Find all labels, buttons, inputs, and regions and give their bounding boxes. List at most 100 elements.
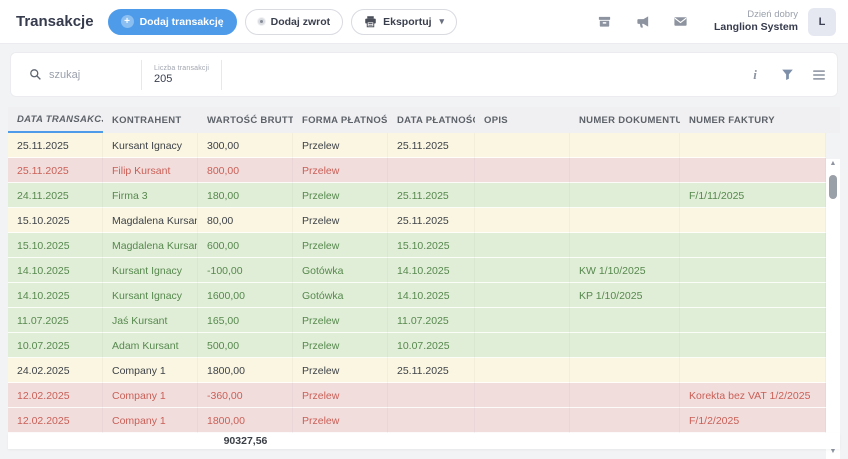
topbar: Transakcje + Dodaj transakcję Dodaj zwro… [0,0,848,44]
column-header-numer_dokumentu[interactable]: NUMER DOKUMENTU KAS... [570,107,680,133]
table-row[interactable]: 14.10.2025 Kursant Ignacy -100,00 Gotówka 14… [8,258,826,283]
avatar[interactable]: L [808,7,836,36]
column-label: WARTOŚĆ BRUTTO [207,114,293,126]
cell-data_platnosci: 15.10.2025 [388,233,475,258]
cell-data_platnosci: 25.11.2025 [388,208,475,233]
column-label: DATA TRANSAKCJI [17,113,103,125]
cell-data_transakcji: 15.10.2025 [8,208,103,233]
cell-forma_platnosci: Przelew [293,183,388,208]
cell-kontrahent: Adam Kursant [103,333,198,358]
table-row[interactable]: 12.02.2025 Company 1 1800,00 Przelew F/1/2/2… [8,408,826,433]
cell-data_platnosci: 14.10.2025 [388,283,475,308]
archive-icon[interactable] [596,14,614,30]
cell-opis [475,358,570,383]
transaction-count-value: 205 [154,73,173,86]
cell-numer_faktury [680,158,826,183]
cell-numer_faktury [680,358,826,383]
table-row[interactable]: 25.11.2025 Kursant Ignacy 300,00 Przelew 25.… [8,133,826,158]
cell-numer_dokumentu [570,358,680,383]
transactions-table: DATA TRANSAKCJI↓ KONTRAHENT WARTOŚĆ BRUTTO… [8,107,840,459]
table-header: DATA TRANSAKCJI↓ KONTRAHENT WARTOŚĆ BRUTTO… [8,107,840,133]
cell-numer_faktury: F/1/11/2025 [680,183,826,208]
cell-kontrahent: Company 1 [103,358,198,383]
cell-data_transakcji: 10.07.2025 [8,333,103,358]
cell-wartosc_brutto: 80,00 [198,208,293,233]
cell-kontrahent: Filip Kursant [103,158,198,183]
column-header-data_transakcji[interactable]: DATA TRANSAKCJI↓ [8,107,103,133]
column-header-kontrahent[interactable]: KONTRAHENT [103,107,198,133]
return-icon [257,18,265,25]
transaction-count-label: Liczba transakcji [154,64,210,72]
search-input[interactable] [49,68,121,81]
cell-wartosc_brutto: 165,00 [198,308,293,333]
column-header-forma_platnosci[interactable]: FORMA PŁATNOŚCI [293,107,388,133]
cell-opis [475,133,570,158]
table-row[interactable]: 25.11.2025 Filip Kursant 800,00 Przelew [8,158,826,183]
vertical-scrollbar[interactable]: ▲ ▼ [826,159,840,459]
chevron-down-icon: ▾ [439,16,445,26]
table-row[interactable]: 15.10.2025 Magdalena Kursant 80,00 Przelew 2… [8,208,826,233]
cell-numer_faktury [680,333,826,358]
cell-data_transakcji: 11.07.2025 [8,308,103,333]
table-row[interactable]: 11.07.2025 Jaś Kursant 165,00 Przelew 11.07.… [8,308,826,333]
cell-numer_dokumentu: KW 1/10/2025 [570,258,680,283]
cell-forma_platnosci: Gotówka [293,258,388,283]
table-row[interactable]: 24.02.2025 Company 1 1800,00 Przelew 25.11.2… [8,358,826,383]
menu-icon[interactable] [811,67,827,83]
cell-kontrahent: Jaś Kursant [103,308,198,333]
transaction-count-field: Liczba transakcji 205 [154,63,209,87]
cell-data_platnosci: 14.10.2025 [388,258,475,283]
cell-opis [475,308,570,333]
column-header-data_platnosci[interactable]: DATA PŁATNOŚCI [388,107,475,133]
cell-data_transakcji: 12.02.2025 [8,383,103,408]
filter-funnel-icon[interactable] [779,67,795,83]
search-box[interactable] [29,68,129,81]
table-row[interactable]: 15.10.2025 Magdalena Kursant 600,00 Przelew… [8,233,826,258]
cell-wartosc_brutto: 180,00 [198,183,293,208]
scroll-up-icon[interactable]: ▲ [830,159,837,171]
cell-data_transakcji: 15.10.2025 [8,233,103,258]
table-row[interactable]: 10.07.2025 Adam Kursant 500,00 Przelew 10.07… [8,333,826,358]
cell-data_platnosci: 11.07.2025 [388,308,475,333]
info-icon[interactable]: i [747,67,763,83]
cell-data_transakcji: 14.10.2025 [8,258,103,283]
divider [141,59,142,90]
column-label: KONTRAHENT [112,114,182,126]
cell-wartosc_brutto: 1600,00 [198,283,293,308]
add-return-button[interactable]: Dodaj zwrot [244,8,344,35]
cell-numer_dokumentu [570,133,680,158]
cell-numer_dokumentu [570,183,680,208]
cell-opis [475,208,570,233]
cell-numer_faktury [680,258,826,283]
cell-opis [475,233,570,258]
megaphone-icon[interactable] [634,14,652,30]
table-row[interactable]: 24.11.2025 Firma 3 180,00 Przelew 25.11.2025… [8,183,826,208]
cell-opis [475,383,570,408]
search-icon [29,68,42,81]
cell-opis [475,258,570,283]
user-name: Langlion System [713,20,798,33]
printer-icon [364,15,377,28]
cell-forma_platnosci: Przelew [293,358,388,383]
column-header-opis[interactable]: OPIS [475,107,570,133]
column-header-wartosc_brutto[interactable]: WARTOŚĆ BRUTTO [198,107,293,133]
cell-data_platnosci [388,383,475,408]
table-row[interactable]: 12.02.2025 Company 1 -360,00 Przelew Korekta… [8,383,826,408]
cell-numer_faktury: F/1/2/2025 [680,408,826,433]
cell-wartosc_brutto: 1800,00 [198,408,293,433]
column-label: DATA PŁATNOŚCI [397,114,475,126]
column-header-numer_faktury[interactable]: NUMER FAKTURY [680,107,840,133]
cell-numer_faktury [680,283,826,308]
table-body: 25.11.2025 Kursant Ignacy 300,00 Przelew 25.… [8,133,826,433]
column-label: NUMER DOKUMENTU KAS... [579,114,680,126]
add-transaction-button[interactable]: + Dodaj transakcję [107,8,237,35]
table-row[interactable]: 14.10.2025 Kursant Ignacy 1600,00 Gotówka 14… [8,283,826,308]
cell-data_platnosci: 25.11.2025 [388,358,475,383]
cell-wartosc_brutto: 300,00 [198,133,293,158]
cell-data_platnosci [388,158,475,183]
mail-icon[interactable] [672,14,690,30]
cell-kontrahent: Firma 3 [103,183,198,208]
scrollbar-thumb[interactable] [829,175,837,199]
export-button[interactable]: Eksportuj ▾ [351,8,458,35]
cell-data_transakcji: 14.10.2025 [8,283,103,308]
